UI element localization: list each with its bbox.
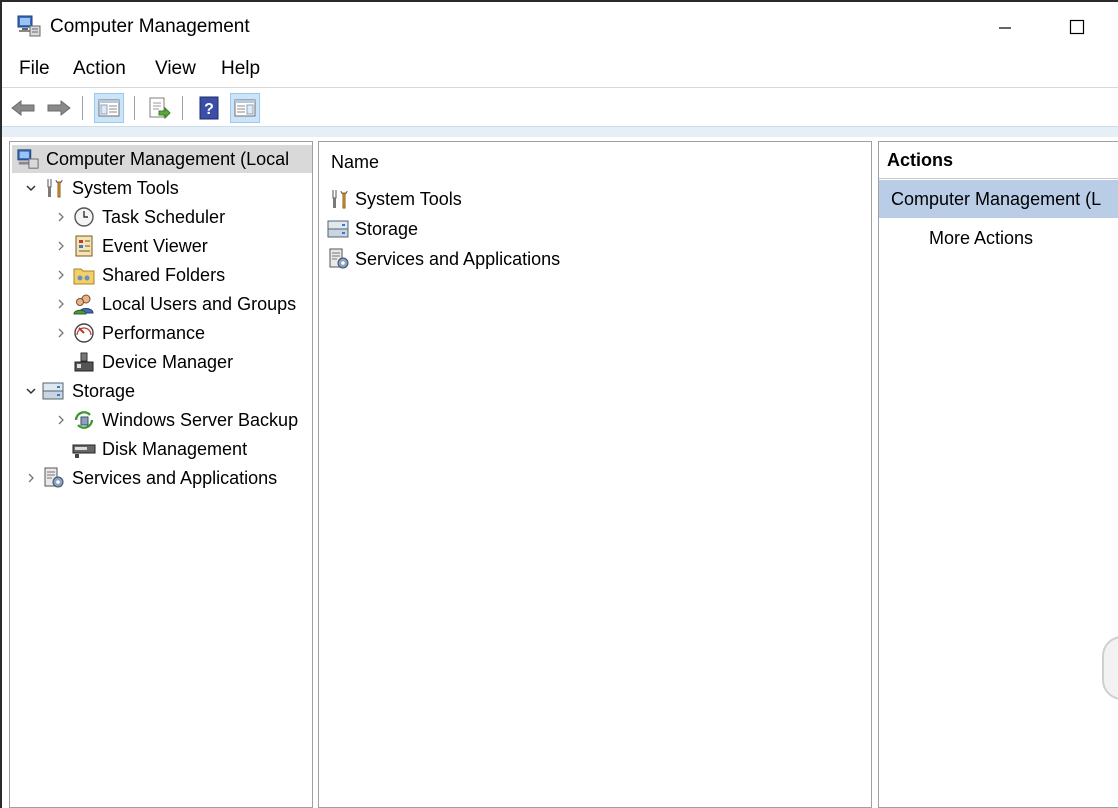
export-list-icon xyxy=(149,97,171,119)
results-pane: Name System Tools Storage Services and A… xyxy=(318,141,872,808)
tree-item-windows-server-backup[interactable]: Windows Server Backup xyxy=(50,406,298,434)
help-icon: ? xyxy=(199,96,219,120)
tools-icon xyxy=(42,176,66,200)
actions-title: Actions xyxy=(887,150,954,170)
help-button[interactable]: ? xyxy=(194,93,224,123)
show-hide-console-tree-icon xyxy=(98,99,120,117)
list-item-label: System Tools xyxy=(355,188,462,209)
menu-view[interactable]: View xyxy=(155,58,196,80)
console-tree-pane: Computer Management (Local System Tools … xyxy=(9,141,313,808)
chevron-right-icon[interactable] xyxy=(50,269,72,281)
tree-label: Disk Management xyxy=(102,438,248,459)
storage-icon xyxy=(42,379,66,403)
tree-label: Services and Applications xyxy=(72,467,278,488)
tree-label: Storage xyxy=(72,380,136,401)
services-icon xyxy=(327,247,351,271)
minimize-button[interactable] xyxy=(982,10,1028,44)
pane-divider-strip xyxy=(2,126,1118,137)
show-hide-console-tree-button[interactable] xyxy=(94,93,124,123)
export-list-button[interactable] xyxy=(144,93,174,123)
column-header-name[interactable]: Name xyxy=(331,152,379,173)
back-icon xyxy=(11,99,35,117)
svg-text:?: ? xyxy=(204,101,214,118)
tree-label: Computer Management (Local xyxy=(46,148,290,169)
chevron-down-icon[interactable] xyxy=(20,385,42,397)
forward-button[interactable] xyxy=(44,93,74,123)
floating-scroll-handle[interactable] xyxy=(1102,636,1118,700)
menu-help[interactable]: Help xyxy=(221,58,260,80)
tree-item-shared-folders[interactable]: Shared Folders xyxy=(50,261,225,289)
tree-item-device-manager[interactable]: Device Manager xyxy=(72,348,233,376)
clock-icon xyxy=(72,205,96,229)
list-item-label: Storage xyxy=(355,218,419,239)
tools-icon xyxy=(327,187,351,211)
show-hide-action-pane-icon xyxy=(234,99,256,117)
tree-label: Device Manager xyxy=(102,351,234,372)
storage-icon xyxy=(327,217,351,241)
tree-item-computer-management[interactable]: Computer Management (Local xyxy=(12,145,312,173)
computer-management-icon xyxy=(16,14,42,43)
tree-item-event-viewer[interactable]: Event Viewer xyxy=(50,232,208,260)
tree-item-system-tools[interactable]: System Tools xyxy=(20,174,179,202)
list-item[interactable]: Services and Applications xyxy=(327,245,560,273)
more-actions-link[interactable]: More Actions xyxy=(929,228,1033,249)
tree-label: Event Viewer xyxy=(102,235,208,256)
tree-item-services-and-applications[interactable]: Services and Applications xyxy=(20,464,277,492)
tree-item-disk-management[interactable]: Disk Management xyxy=(72,435,247,463)
tree-item-storage[interactable]: Storage xyxy=(20,377,135,405)
title-bar: Computer Management xyxy=(2,2,1118,48)
chevron-right-icon[interactable] xyxy=(50,327,72,339)
event-viewer-icon xyxy=(72,234,96,258)
tree-item-performance[interactable]: Performance xyxy=(50,319,205,347)
chevron-right-icon[interactable] xyxy=(50,414,72,426)
menu-bar: File Action View Help xyxy=(2,52,1118,86)
menu-separator xyxy=(2,87,1118,88)
tree-label: Shared Folders xyxy=(102,264,226,285)
tree-item-task-scheduler[interactable]: Task Scheduler xyxy=(50,203,225,231)
users-icon xyxy=(72,292,96,316)
chevron-right-icon[interactable] xyxy=(50,240,72,252)
toolbar: ? xyxy=(2,90,1118,126)
services-icon xyxy=(42,466,66,490)
menu-file[interactable]: File xyxy=(19,58,50,80)
chevron-right-icon[interactable] xyxy=(50,298,72,310)
chevron-down-icon[interactable] xyxy=(20,182,42,194)
tree-label: Local Users and Groups xyxy=(102,293,297,314)
maximize-button[interactable] xyxy=(1054,10,1100,44)
tree-label: Windows Server Backup xyxy=(102,409,299,430)
backup-icon xyxy=(72,408,96,432)
toolbar-separator xyxy=(182,96,183,120)
device-manager-icon xyxy=(72,350,96,374)
forward-icon xyxy=(47,99,71,117)
chevron-right-icon[interactable] xyxy=(50,211,72,223)
chevron-right-icon[interactable] xyxy=(20,472,42,484)
tree-label: Performance xyxy=(102,322,206,343)
tree-label: Task Scheduler xyxy=(102,206,226,227)
computer-management-icon xyxy=(16,147,40,171)
shared-folder-icon xyxy=(72,263,96,287)
toolbar-separator xyxy=(82,96,83,120)
tree-item-local-users-and-groups[interactable]: Local Users and Groups xyxy=(50,290,296,318)
toolbar-separator xyxy=(134,96,135,120)
window-title: Computer Management xyxy=(50,16,250,37)
performance-icon xyxy=(72,321,96,345)
tree-label: System Tools xyxy=(72,177,179,198)
back-button[interactable] xyxy=(8,93,38,123)
list-item[interactable]: Storage xyxy=(327,215,418,243)
show-hide-action-pane-button[interactable] xyxy=(230,93,260,123)
menu-action[interactable]: Action xyxy=(73,58,126,80)
list-item-label: Services and Applications xyxy=(355,248,561,269)
actions-header: Actions xyxy=(879,142,1118,179)
disk-management-icon xyxy=(72,437,96,461)
list-item[interactable]: System Tools xyxy=(327,185,462,213)
actions-section-label: Computer Management (L xyxy=(891,189,1102,209)
actions-section-computer-management[interactable]: Computer Management (L xyxy=(879,180,1118,218)
actions-pane: Actions Computer Management (L More Acti… xyxy=(878,141,1118,808)
